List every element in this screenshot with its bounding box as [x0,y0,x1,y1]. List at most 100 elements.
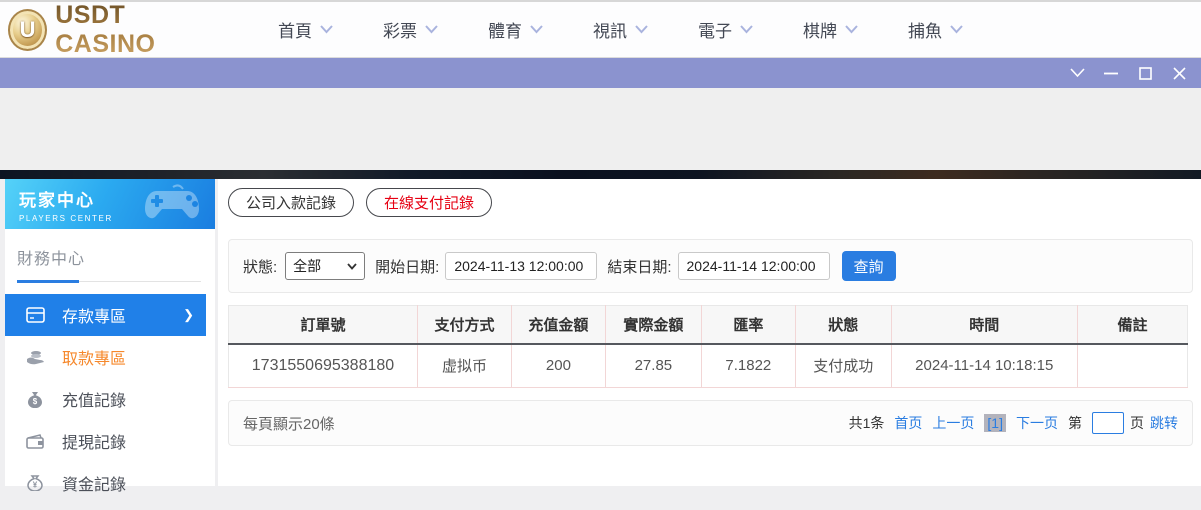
table-header-row: 訂單號 支付方式 充值金額 實際金額 匯率 狀態 時間 備註 [229,306,1188,344]
sidebar-item-label: 取款專區 [62,345,126,369]
nav-item-slots[interactable]: 電子 [698,17,753,42]
cell-status: 支付成功 [795,344,891,388]
chevron-down-icon [950,25,963,34]
page-size-text: 每頁顯示20條 [243,413,335,434]
window-title-bar [0,58,1201,88]
records-table: 訂單號 支付方式 充值金額 實際金額 匯率 狀態 時間 備註 173155069… [228,305,1188,388]
tab-company-deposit-records[interactable]: 公司入款記錄 [228,188,354,217]
withdrawal-wallet-icon [25,434,45,449]
chevron-down-icon [635,25,648,34]
pagination-controls: 共1条 首页 上一页 [1] 下一页 第 页 跳转 [849,412,1178,434]
chevron-down-icon [425,25,438,34]
cell-actual-amount: 27.85 [605,344,701,388]
search-button[interactable]: 查詢 [842,251,896,281]
col-recharge-amount: 充值金額 [511,306,605,344]
gamepad-icon [143,183,207,225]
jump-suffix-label: 页 [1130,413,1144,433]
logo: U USDT CASINO [8,1,220,59]
sidebar-item-deposit-zone[interactable]: 存款專區 ❯ [5,294,206,336]
sidebar-item-recharge-records[interactable]: $ 充值記錄 [5,378,215,420]
col-actual-amount: 實際金額 [605,306,701,344]
recharge-bag-icon: $ [25,391,45,408]
top-navbar: U USDT CASINO 首頁 彩票 體育 視訊 電子 棋牌 捕魚 [0,0,1201,58]
sidebar-item-label: 存款專區 [62,303,126,327]
first-page-link[interactable]: 首页 [894,413,922,433]
end-date-label: 結束日期: [607,256,671,277]
tab-online-payment-records[interactable]: 在線支付記錄 [366,188,492,217]
chevron-right-icon: ❯ [183,307,194,323]
svg-text:¥: ¥ [33,481,38,490]
players-center-header: 玩家中心 PLAYERS CENTER [5,179,215,229]
nav-item-label: 體育 [488,17,522,42]
col-status: 狀態 [795,306,891,344]
start-date-label: 開始日期: [375,256,439,277]
cell-time: 2024-11-14 10:18:15 [891,344,1077,388]
prev-page-link[interactable]: 上一页 [932,413,974,433]
sidebar: 玩家中心 PLAYERS CENTER 財務中心 存款專區 ❯ [5,179,215,486]
cell-exchange-rate: 7.1822 [701,344,795,388]
col-order-number: 訂單號 [229,306,418,344]
pagination-bar: 每頁顯示20條 共1条 首页 上一页 [1] 下一页 第 页 跳转 [228,400,1193,446]
nav-item-sports[interactable]: 體育 [488,17,543,42]
status-label: 狀態: [243,256,277,277]
nav-item-label: 視訊 [593,17,627,42]
sidebar-item-label: 提現記錄 [62,429,126,453]
finance-section: 財務中心 [5,229,215,288]
nav-item-live[interactable]: 視訊 [593,17,648,42]
finance-section-title: 財務中心 [17,245,201,269]
nav-item-home[interactable]: 首頁 [278,17,333,42]
maximize-icon[interactable] [1137,65,1153,81]
tab-label: 公司入款記錄 [246,192,336,213]
nav-item-poker[interactable]: 棋牌 [803,17,858,42]
nav-menu: 首頁 彩票 體育 視訊 電子 棋牌 捕魚 [278,17,1013,42]
sidebar-item-withdraw-zone[interactable]: 取款專區 [5,336,215,378]
content-area: 玩家中心 PLAYERS CENTER 財務中心 存款專區 ❯ [0,179,1201,486]
status-select[interactable]: 全部 [285,252,365,280]
svg-text:$: $ [33,397,38,406]
sidebar-menu: 存款專區 ❯ 取款專區 $ 充值記錄 提現記錄 [5,294,215,504]
jump-action-link[interactable]: 跳转 [1150,413,1178,433]
tab-label: 在線支付記錄 [384,192,474,213]
chevron-down-icon [347,263,357,270]
page-jump-input[interactable] [1092,412,1124,434]
total-count-text: 共1条 [849,413,885,433]
chevron-down-icon [320,25,333,34]
nav-item-label: 彩票 [383,17,417,42]
funds-bag-icon: ¥ [25,475,45,491]
deposit-card-icon [25,307,45,323]
start-date-input[interactable] [445,252,597,280]
close-icon[interactable] [1171,65,1187,81]
record-tabs: 公司入款記錄 在線支付記錄 [228,188,1193,217]
filter-bar: 狀態: 全部 開始日期: 結束日期: 查詢 [228,239,1193,293]
nav-item-fishing[interactable]: 捕魚 [908,17,963,42]
nav-item-label: 首頁 [278,17,312,42]
withdraw-hand-icon [25,349,45,365]
cell-order-number: 1731550695388180 [229,344,418,388]
end-date-input[interactable] [678,252,830,280]
coin-letter: U [20,17,36,43]
dark-divider-band [0,170,1201,179]
logo-text: USDT CASINO [55,1,220,59]
usdt-coin-icon: U [8,9,47,51]
nav-item-label: 電子 [698,17,732,42]
table-row: 1731550695388180 虚拟币 200 27.85 7.1822 支付… [229,344,1188,388]
status-select-value: 全部 [293,256,321,276]
main-panel: 公司入款記錄 在線支付記錄 狀態: 全部 開始日期: 結束日期: 查詢 訂單號 … [218,179,1201,486]
jump-prefix-label: 第 [1068,413,1082,433]
chevron-down-icon[interactable] [1069,65,1085,81]
minimize-icon[interactable] [1103,65,1119,81]
next-page-link[interactable]: 下一页 [1016,413,1058,433]
nav-item-lottery[interactable]: 彩票 [383,17,438,42]
col-exchange-rate: 匯率 [701,306,795,344]
sidebar-item-label: 充值記錄 [62,387,126,411]
col-payment-method: 支付方式 [417,306,511,344]
sidebar-item-withdrawal-records[interactable]: 提現記錄 [5,420,215,462]
nav-item-label: 捕魚 [908,17,942,42]
cell-remark [1077,344,1187,388]
nav-item-label: 棋牌 [803,17,837,42]
chevron-down-icon [530,25,543,34]
sidebar-item-fund-records[interactable]: ¥ 資金記錄 [5,462,215,504]
sidebar-item-label: 資金記錄 [62,471,126,495]
page-spacer [0,88,1201,170]
col-remark: 備註 [1077,306,1187,344]
